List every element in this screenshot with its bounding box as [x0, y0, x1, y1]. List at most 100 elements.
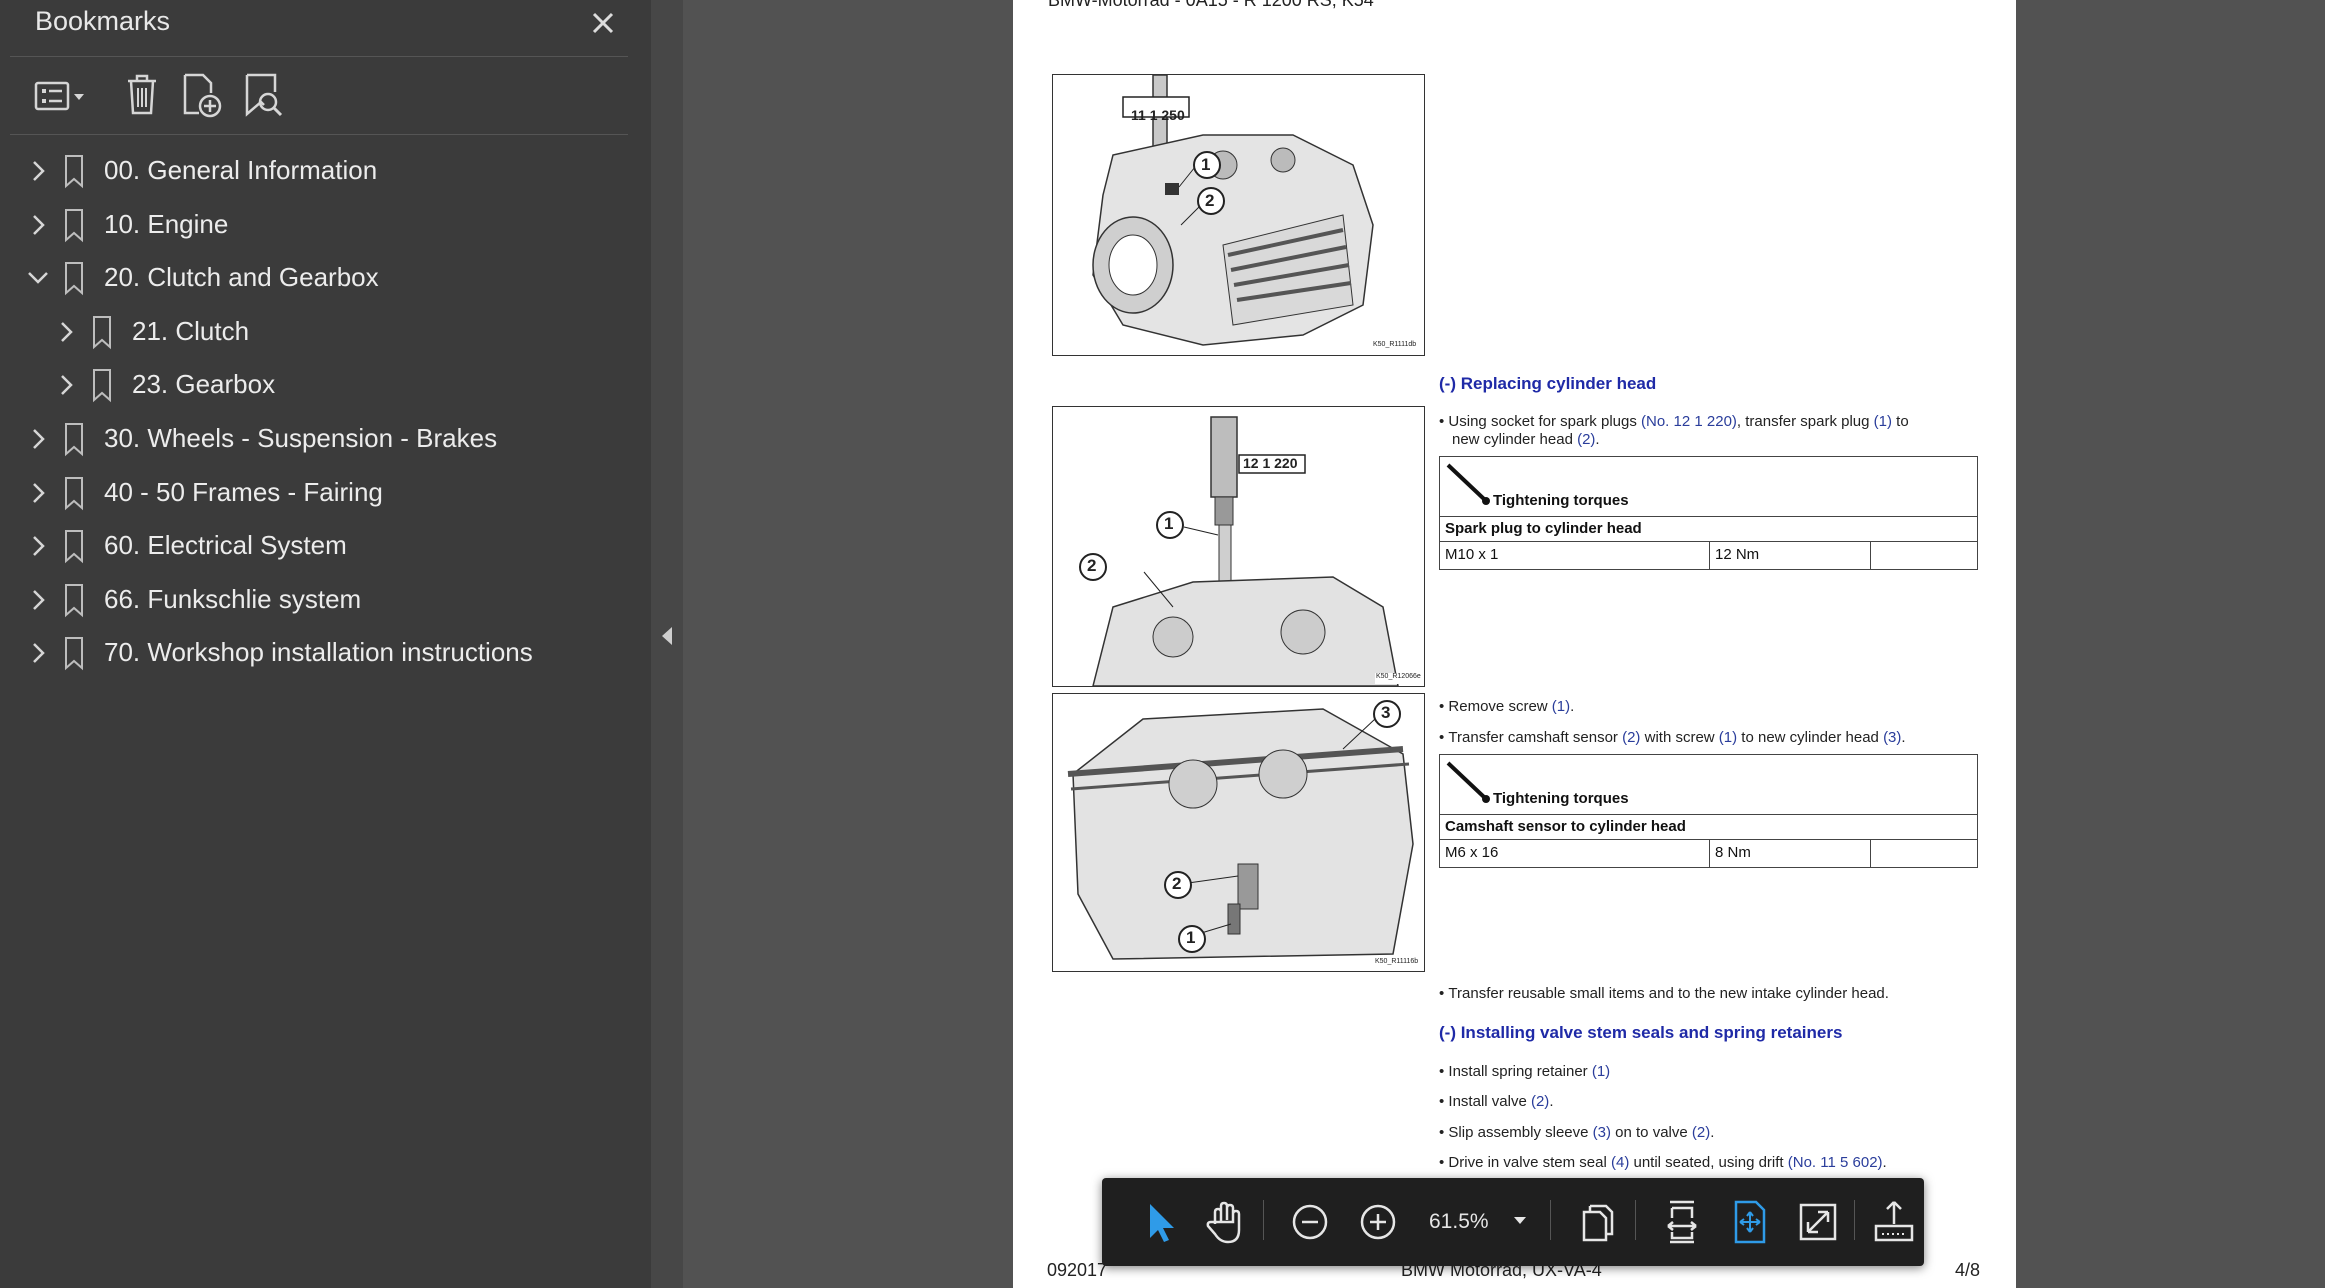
callout-label: 2	[1087, 556, 1097, 575]
bookmark-icon	[65, 423, 83, 457]
delete-icon[interactable]	[122, 68, 162, 124]
chevron-right-icon[interactable]	[24, 639, 52, 667]
callout-label: 2	[1172, 874, 1182, 893]
chevron-right-icon[interactable]	[24, 425, 52, 453]
options-menu-icon[interactable]	[33, 68, 95, 124]
footer-date: 092017	[1047, 1260, 1108, 1280]
bookmark-item[interactable]: 30. Wheels - Suspension - Brakes	[0, 415, 640, 463]
reference: (2)	[1530, 1093, 1550, 1110]
torque-wrench-icon	[1446, 761, 1490, 803]
toolbar-divider	[1854, 1200, 1855, 1240]
camshaft-sensor-illustration	[1067, 700, 1421, 969]
instruction-bullet: • Drive in valve stem seal (4) until sea…	[1439, 1154, 1887, 1172]
tool-label: 11 1 250	[1131, 107, 1185, 123]
divider	[10, 56, 628, 57]
bookmark-item[interactable]: 21. Clutch	[0, 308, 640, 356]
bookmark-label: 00. General Information	[104, 155, 378, 185]
callout-label: 1	[1186, 928, 1196, 947]
chevron-right-icon[interactable]	[24, 532, 52, 560]
hand-tool-icon[interactable]	[1196, 1192, 1256, 1252]
bookmark-item[interactable]: 66. Funkschlie system	[0, 576, 640, 624]
bookmark-icon	[65, 262, 83, 296]
callout-label: 3	[1381, 703, 1391, 722]
collapse-panel-icon[interactable]	[658, 624, 676, 648]
bookmark-search-icon[interactable]	[242, 68, 286, 124]
text: Transfer camshaft sensor	[1448, 729, 1623, 746]
select-tool-icon[interactable]	[1128, 1192, 1188, 1252]
reference: (2)	[1691, 1124, 1711, 1141]
bullet: •	[1439, 1093, 1449, 1110]
zoom-in-icon[interactable]	[1348, 1192, 1408, 1252]
fit-width-icon[interactable]	[1652, 1192, 1712, 1252]
torque-table: Tightening torques Camshaft sensor to cy…	[1439, 754, 1978, 868]
bookmark-label: 30. Wheels - Suspension - Brakes	[104, 423, 498, 453]
text: to	[1891, 413, 1909, 430]
text: Install valve	[1448, 1093, 1531, 1110]
figure-spark-plug: 12 1 220 1 2 K50_R12066e	[1052, 406, 1425, 687]
text: Install spring retainer	[1448, 1063, 1592, 1080]
bookmark-item[interactable]: 20. Clutch and Gearbox	[0, 254, 640, 302]
chevron-right-icon[interactable]	[24, 586, 52, 614]
torque-wrench-icon	[1446, 463, 1490, 505]
text: Slip assembly sleeve	[1448, 1124, 1593, 1141]
text: Using socket for spark plugs	[1448, 413, 1642, 430]
chevron-right-icon[interactable]	[24, 211, 52, 239]
instruction-bullet: • Transfer camshaft sensor (2) with scre…	[1439, 729, 1906, 747]
document-page: BMW-Motorrad - 0A15 - R 1200 RS, K54 11 …	[1013, 0, 2016, 1288]
fit-page-icon[interactable]	[1720, 1192, 1780, 1252]
reference: (2)	[1622, 729, 1641, 746]
bookmark-item[interactable]: 00. General Information	[0, 147, 640, 195]
text: Remove screw	[1448, 698, 1552, 715]
chevron-down-icon[interactable]	[24, 264, 52, 292]
bookmark-item[interactable]: 60. Electrical System	[0, 522, 640, 570]
figure-code: K50_R12066e	[1376, 673, 1421, 680]
fullscreen-icon[interactable]	[1788, 1192, 1848, 1252]
floating-toolbar: 61.5%	[1102, 1178, 1924, 1266]
text: Transfer reusable small items and to the…	[1448, 985, 1889, 1002]
bullet: •	[1439, 1063, 1449, 1080]
bookmark-icon	[65, 209, 83, 243]
page-view-icon[interactable]	[1568, 1192, 1628, 1252]
bullet: •	[1439, 985, 1449, 1002]
chevron-right-icon[interactable]	[24, 157, 52, 185]
chevron-right-icon[interactable]	[52, 371, 80, 399]
text: Drive in valve stem seal	[1448, 1154, 1611, 1171]
page-header: BMW-Motorrad - 0A15 - R 1200 RS, K54	[1048, 0, 1374, 10]
torque-title: Tightening torques	[1493, 790, 1629, 807]
bookmark-item[interactable]: 10. Engine	[0, 201, 640, 249]
bookmark-label: 21. Clutch	[132, 316, 250, 346]
text: with screw	[1640, 729, 1719, 746]
bookmark-label: 10. Engine	[104, 209, 229, 239]
close-icon[interactable]	[586, 6, 620, 40]
zoom-out-icon[interactable]	[1280, 1192, 1340, 1252]
text: , transfer spark plug	[1736, 413, 1874, 430]
reference: (2)	[1577, 431, 1596, 448]
torque-value: 12 Nm	[1715, 546, 1760, 563]
text: .	[1570, 698, 1575, 715]
text: .	[1710, 1124, 1715, 1141]
figure-special-tool: 11 1 250 1 2 K50_R1111db	[1052, 74, 1425, 356]
chevron-right-icon[interactable]	[52, 318, 80, 346]
share-icon[interactable]	[1864, 1192, 1924, 1252]
bookmark-icon	[65, 530, 83, 564]
divider	[10, 134, 628, 135]
toolbar-divider	[1635, 1200, 1636, 1240]
callout-label: 1	[1164, 514, 1174, 533]
add-bookmark-icon[interactable]	[180, 68, 224, 124]
bookmarks-panel: Bookmarks 00. General Information 10. Eng…	[0, 0, 683, 1288]
bookmark-item[interactable]: 40 - 50 Frames - Fairing	[0, 469, 640, 517]
bookmark-label: 60. Electrical System	[104, 530, 347, 560]
reference: (1)	[1551, 698, 1571, 715]
bookmark-label: 70. Workshop installation instructions	[104, 637, 533, 667]
chevron-down-icon[interactable]	[1512, 1214, 1528, 1226]
instruction-bullet: • Install spring retainer (1)	[1439, 1063, 1610, 1081]
bookmark-item[interactable]: 70. Workshop installation instructions	[0, 629, 640, 677]
instruction-bullet: • Install valve (2).	[1439, 1093, 1553, 1111]
bookmark-item[interactable]: 23. Gearbox	[0, 361, 640, 409]
reference: (No. 11 5 602)	[1787, 1154, 1883, 1171]
chevron-right-icon[interactable]	[24, 479, 52, 507]
reference: (4)	[1610, 1154, 1630, 1171]
bookmark-label: 23. Gearbox	[132, 369, 276, 399]
text: .	[1549, 1093, 1554, 1110]
instruction-bullet: • Remove screw (1).	[1439, 698, 1574, 716]
